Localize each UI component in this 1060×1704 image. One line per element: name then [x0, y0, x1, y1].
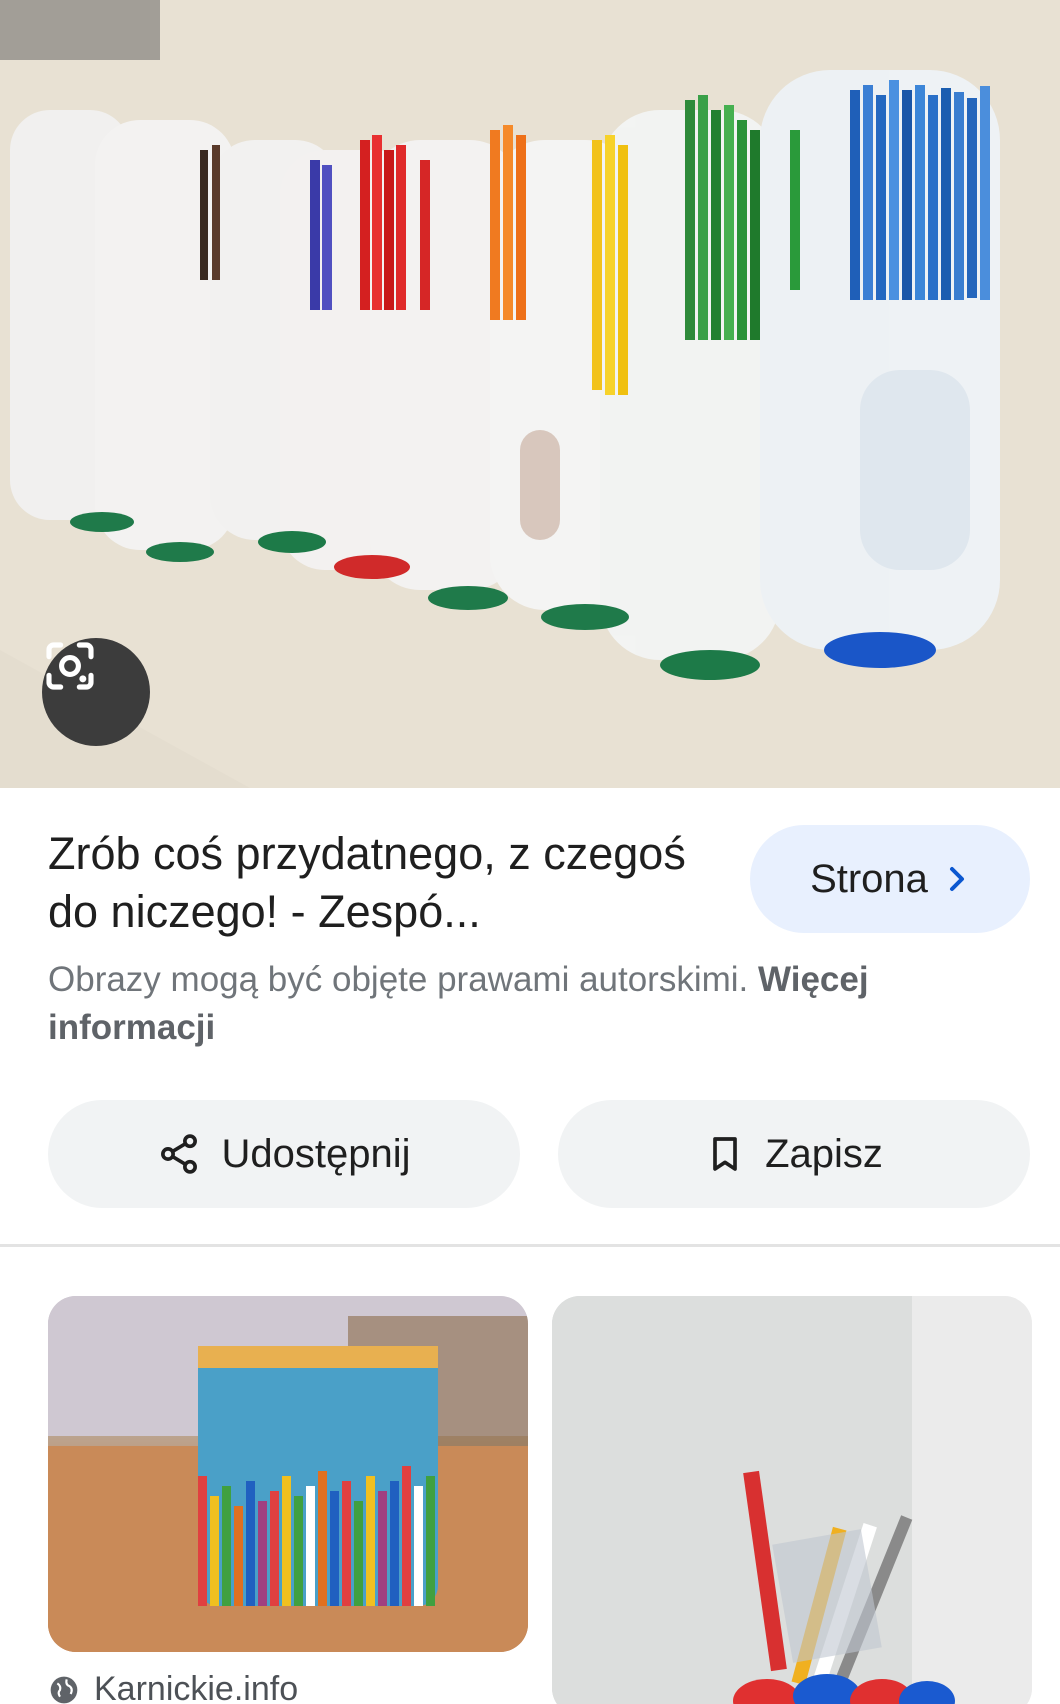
google-lens-button[interactable]: [42, 638, 150, 746]
share-button[interactable]: Udostępnij: [48, 1100, 520, 1208]
chevron-right-icon: [949, 867, 964, 891]
related-photo-1: [48, 1296, 528, 1652]
visit-page-button[interactable]: Strona: [750, 825, 1030, 933]
related-image-2[interactable]: [552, 1296, 1032, 1704]
visit-label: Strona: [810, 856, 928, 901]
related-photo-2: [552, 1296, 1032, 1704]
result-title[interactable]: Zrób coś przydatnego, z czegoś do niczeg…: [48, 825, 708, 941]
save-button[interactable]: Zapisz: [558, 1100, 1030, 1208]
save-label: Zapisz: [765, 1131, 883, 1176]
source-name: Karnickie.info: [94, 1670, 299, 1704]
share-icon: [161, 1134, 198, 1174]
bookmark-icon: [713, 1137, 737, 1171]
related-source-1[interactable]: Karnickie.info: [48, 1670, 298, 1704]
hero-image[interactable]: [0, 0, 1060, 788]
globe-icon: [50, 1676, 78, 1703]
related-image-1[interactable]: [48, 1296, 528, 1652]
google-lens-icon: [46, 642, 94, 690]
share-label: Udostępnij: [221, 1131, 411, 1176]
copyright-text: Obrazy mogą być objęte prawami autorskim…: [48, 960, 749, 999]
pencil-holder-photo: [0, 0, 1060, 788]
section-divider: [0, 1244, 1060, 1247]
copyright-notice: Obrazy mogą być objęte prawami autorskim…: [48, 956, 948, 1052]
